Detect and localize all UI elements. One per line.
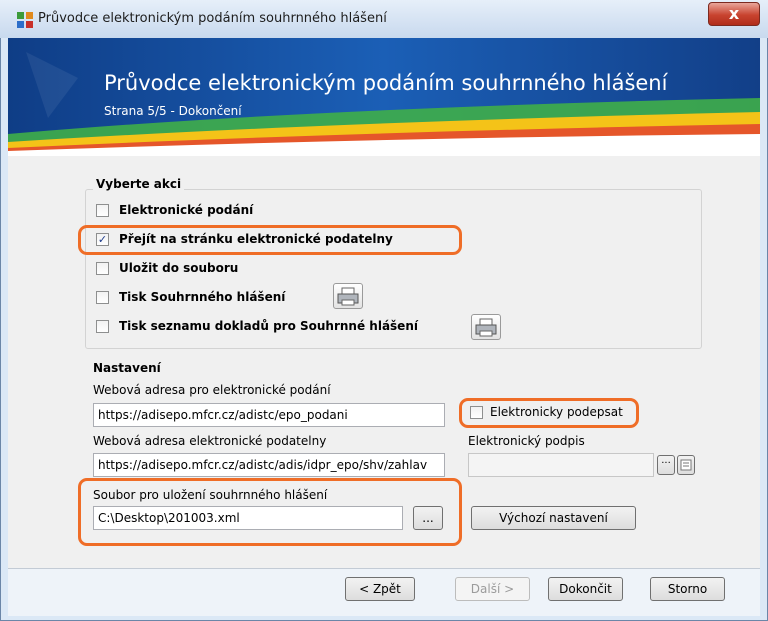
default-settings-button[interactable]: Výchozí nastavení: [471, 506, 636, 530]
next-button[interactable]: Další >: [455, 577, 530, 601]
wizard-banner: Průvodce elektronickým podáním souhrnnéh…: [8, 38, 760, 156]
electronic-submission-label: Elektronické podání: [119, 203, 254, 217]
print-documents-label: Tisk seznamu dokladů pro Souhrnné hlášen…: [119, 319, 418, 333]
podatelna-url-input[interactable]: https://adisepo.mfcr.cz/adistc/adis/idpr…: [93, 453, 445, 477]
signature-browse-button[interactable]: ···: [657, 455, 675, 475]
banner-swoosh-graphic: [8, 52, 760, 156]
back-button[interactable]: < Zpět: [345, 577, 415, 601]
banner-title: Průvodce elektronickým podáním souhrnnéh…: [104, 71, 668, 95]
finish-button[interactable]: Dokončit: [548, 577, 623, 601]
close-button[interactable]: x: [708, 2, 760, 26]
sign-electronically-checkbox[interactable]: [470, 406, 483, 419]
ellipsis-icon: ···: [661, 458, 671, 469]
open-podatelna-label: Přejít na stránku elektronické podatelny: [119, 232, 393, 246]
file-path-label: Soubor pro uložení souhrnného hlášení: [93, 488, 328, 502]
signature-input[interactable]: [468, 453, 654, 477]
epo-url-input[interactable]: https://adisepo.mfcr.cz/adistc/epo_podan…: [93, 403, 445, 427]
app-icon: [17, 12, 33, 28]
file-browse-button[interactable]: ...: [413, 506, 443, 530]
print-report-checkbox[interactable]: [96, 291, 109, 304]
window-title: Průvodce elektronickým podáním souhrnnéh…: [38, 11, 387, 26]
certificate-button[interactable]: [677, 455, 695, 475]
open-podatelna-checkbox[interactable]: ✓: [96, 233, 109, 246]
banner-subtitle: Strana 5/5 - Dokončení: [104, 104, 242, 118]
print-report-button[interactable]: [333, 283, 363, 309]
save-to-file-checkbox[interactable]: [96, 262, 109, 275]
printer-icon: [337, 287, 359, 306]
settings-title: Nastavení: [93, 361, 161, 375]
certificate-icon: [680, 459, 692, 471]
podatelna-url-label: Webová adresa elektronické podatelny: [93, 434, 327, 448]
electronic-submission-checkbox[interactable]: [96, 204, 109, 217]
printer-icon: [475, 318, 497, 337]
action-group-title: Vyberte akci: [93, 177, 185, 191]
print-documents-button[interactable]: [471, 314, 501, 340]
print-documents-checkbox[interactable]: [96, 320, 109, 333]
epo-url-label: Webová adresa pro elektronické podání: [93, 383, 331, 397]
save-to-file-label: Uložit do souboru: [119, 261, 239, 275]
close-icon: x: [728, 4, 740, 23]
title-bar: Průvodce elektronickým podáním souhrnnéh…: [0, 0, 768, 38]
file-path-input[interactable]: C:\Desktop\201003.xml: [93, 506, 403, 530]
print-report-label: Tisk Souhrnného hlášení: [119, 290, 286, 304]
sign-electronically-label: Elektronicky podepsat: [490, 405, 623, 419]
signature-label: Elektronický podpis: [468, 434, 585, 448]
cancel-button[interactable]: Storno: [650, 577, 725, 601]
